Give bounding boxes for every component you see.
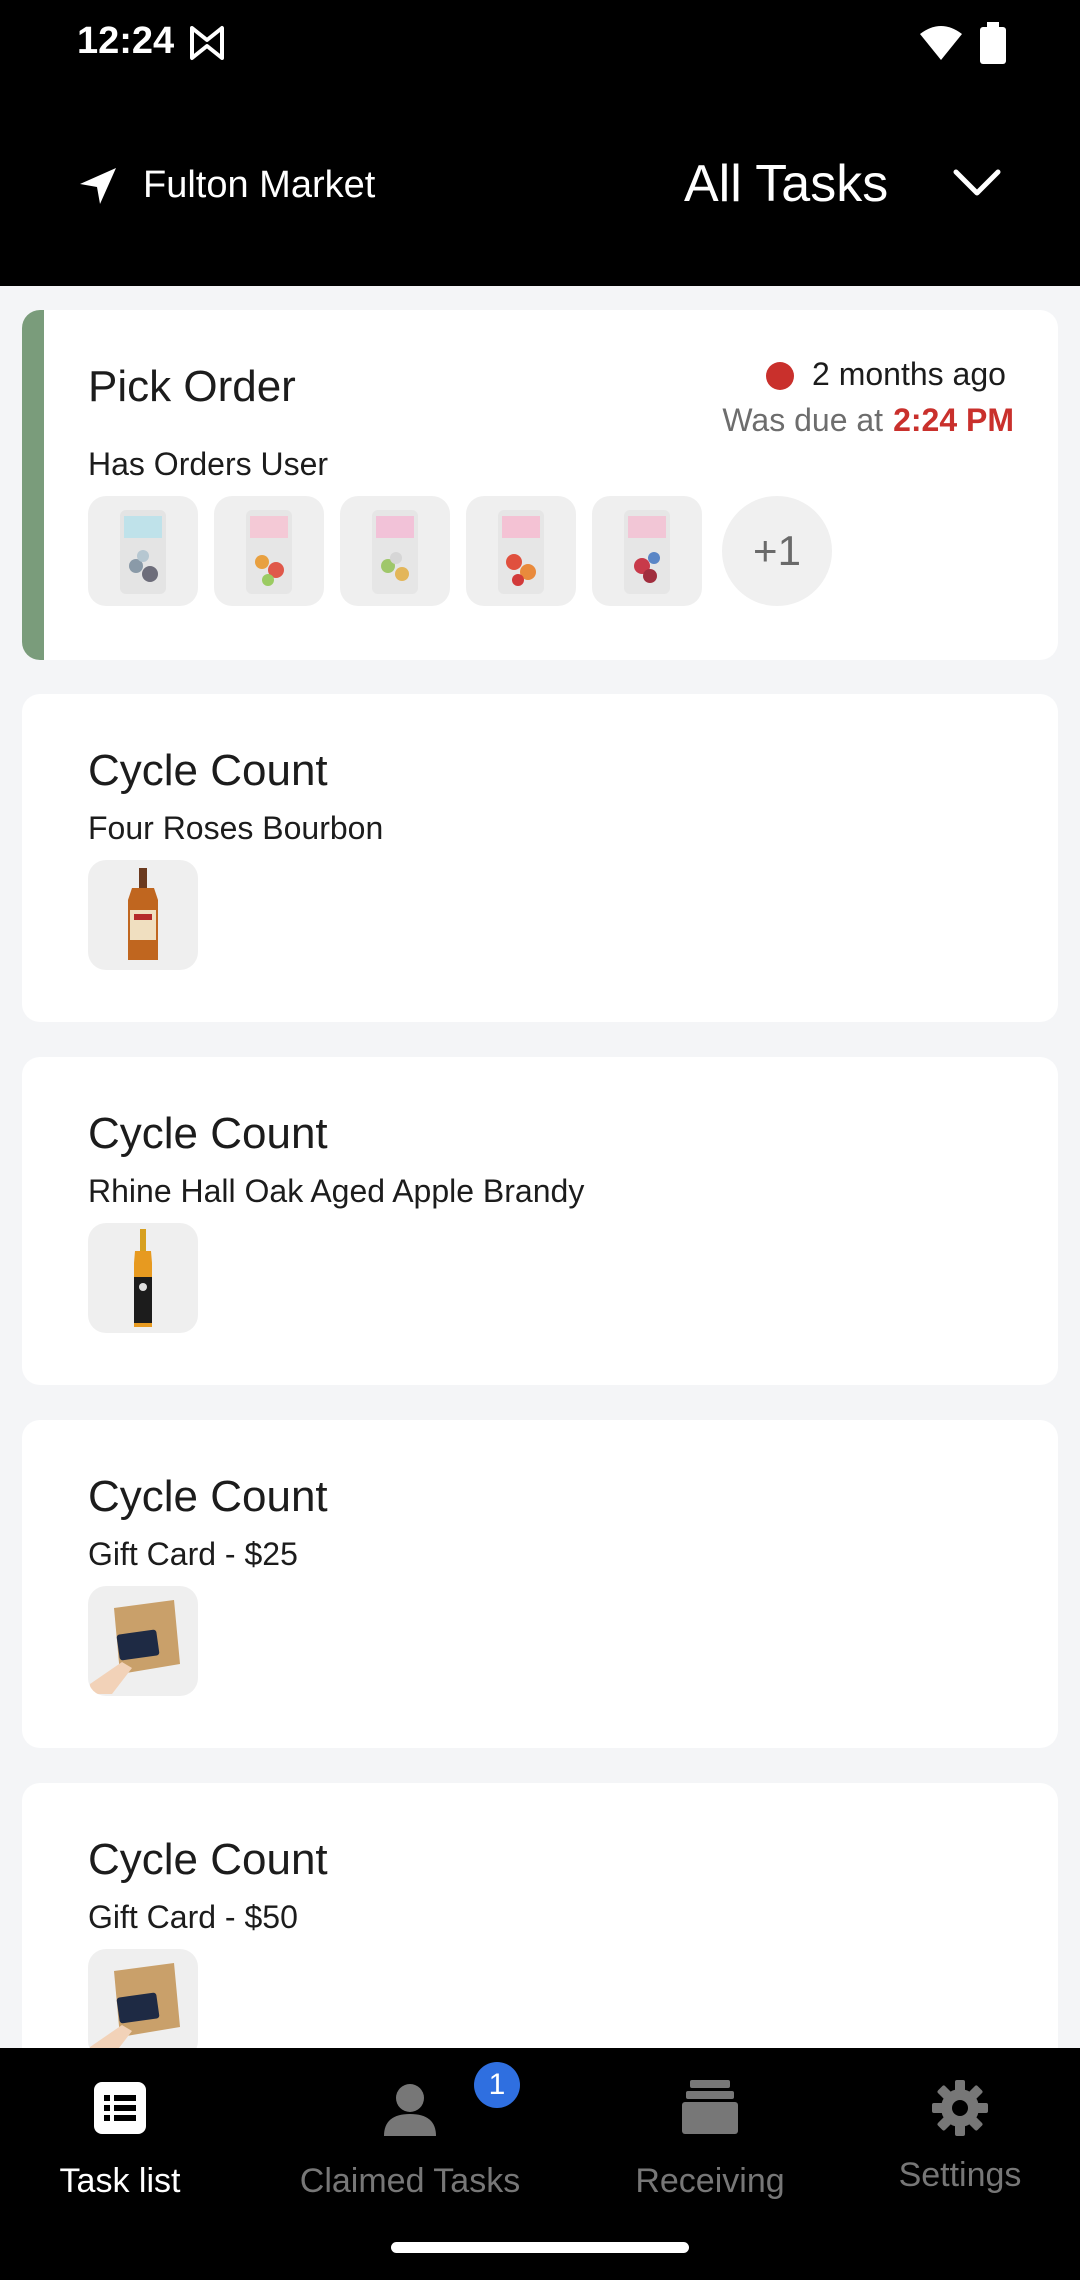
nav-tab-receiving[interactable]: Receiving bbox=[610, 2048, 810, 2214]
task-subtitle: Gift Card - $50 bbox=[88, 1899, 298, 1935]
product-thumbnail[interactable] bbox=[340, 496, 450, 606]
task-title: Cycle Count bbox=[88, 1472, 328, 1521]
product-thumbnail[interactable] bbox=[88, 1949, 198, 2059]
task-title: Cycle Count bbox=[88, 1109, 328, 1158]
status-time: 12:24 bbox=[77, 20, 175, 62]
product-thumbnail[interactable] bbox=[88, 496, 198, 606]
nav-label: Task list bbox=[59, 2162, 181, 2200]
status-accent-bar bbox=[22, 310, 44, 660]
person-icon bbox=[384, 2084, 436, 2136]
product-thumbnail[interactable] bbox=[88, 1586, 198, 1696]
due-time: 2:24 PM bbox=[893, 402, 1014, 438]
location-arrow-icon[interactable] bbox=[78, 166, 118, 206]
nav-tab-settings[interactable]: Settings bbox=[860, 2048, 1060, 2214]
location-label[interactable]: Fulton Market bbox=[143, 164, 375, 207]
task-title: Cycle Count bbox=[88, 1835, 328, 1884]
list-icon bbox=[94, 2082, 146, 2134]
wifi-icon bbox=[920, 26, 962, 60]
task-subtitle: Has Orders User bbox=[88, 446, 329, 482]
nav-label: Receiving bbox=[635, 2162, 785, 2200]
more-items-badge[interactable]: +1 bbox=[722, 496, 832, 606]
system-navigation-bar bbox=[0, 2214, 1080, 2280]
task-title: Cycle Count bbox=[88, 746, 328, 795]
task-subtitle: Gift Card - $25 bbox=[88, 1536, 298, 1572]
product-thumbnail[interactable] bbox=[88, 860, 198, 970]
nav-tab-task-list[interactable]: Task list bbox=[20, 2048, 220, 2214]
nav-tab-claimed-tasks[interactable]: 1 Claimed Tasks bbox=[290, 2048, 530, 2214]
bottom-navigation: Task list 1 Claimed Tasks Receiving Sett… bbox=[0, 2048, 1080, 2214]
task-filter-dropdown[interactable]: All Tasks bbox=[684, 154, 888, 214]
nav-label: Claimed Tasks bbox=[299, 2162, 521, 2200]
task-subtitle: Four Roses Bourbon bbox=[88, 810, 384, 846]
task-subtitle: Rhine Hall Oak Aged Apple Brandy bbox=[88, 1173, 585, 1209]
due-info: Was due at 2:24 PM bbox=[722, 402, 1014, 439]
overdue-indicator bbox=[766, 362, 794, 390]
task-age: 2 months ago bbox=[812, 356, 1006, 392]
product-thumbnail[interactable] bbox=[88, 1223, 198, 1333]
product-thumbnail[interactable] bbox=[214, 496, 324, 606]
app-header: Fulton Market All Tasks bbox=[0, 86, 1080, 286]
claimed-count-badge: 1 bbox=[474, 2062, 520, 2108]
boxes-icon bbox=[682, 2080, 738, 2134]
status-bar: 12:24 bbox=[0, 0, 1080, 86]
gear-icon bbox=[932, 2080, 988, 2136]
task-card-cycle-count[interactable]: Cycle Count Gift Card - $25 bbox=[22, 1420, 1058, 1748]
battery-icon bbox=[980, 22, 1006, 64]
nav-label: Settings bbox=[898, 2156, 1022, 2194]
home-gesture-handle[interactable] bbox=[391, 2242, 689, 2253]
chevron-down-icon[interactable] bbox=[952, 168, 1002, 198]
task-card-cycle-count[interactable]: Cycle Count Four Roses Bourbon bbox=[22, 694, 1058, 1022]
product-thumbnail[interactable] bbox=[466, 496, 576, 606]
product-thumbnail[interactable] bbox=[592, 496, 702, 606]
task-card-pick-order[interactable]: Pick Order 2 months ago Was due at 2:24 P… bbox=[22, 310, 1058, 660]
task-title: Pick Order bbox=[88, 362, 296, 411]
due-label: Was due at bbox=[722, 402, 884, 438]
app-notification-icon bbox=[190, 26, 224, 60]
task-card-cycle-count[interactable]: Cycle Count Rhine Hall Oak Aged Apple Br… bbox=[22, 1057, 1058, 1385]
